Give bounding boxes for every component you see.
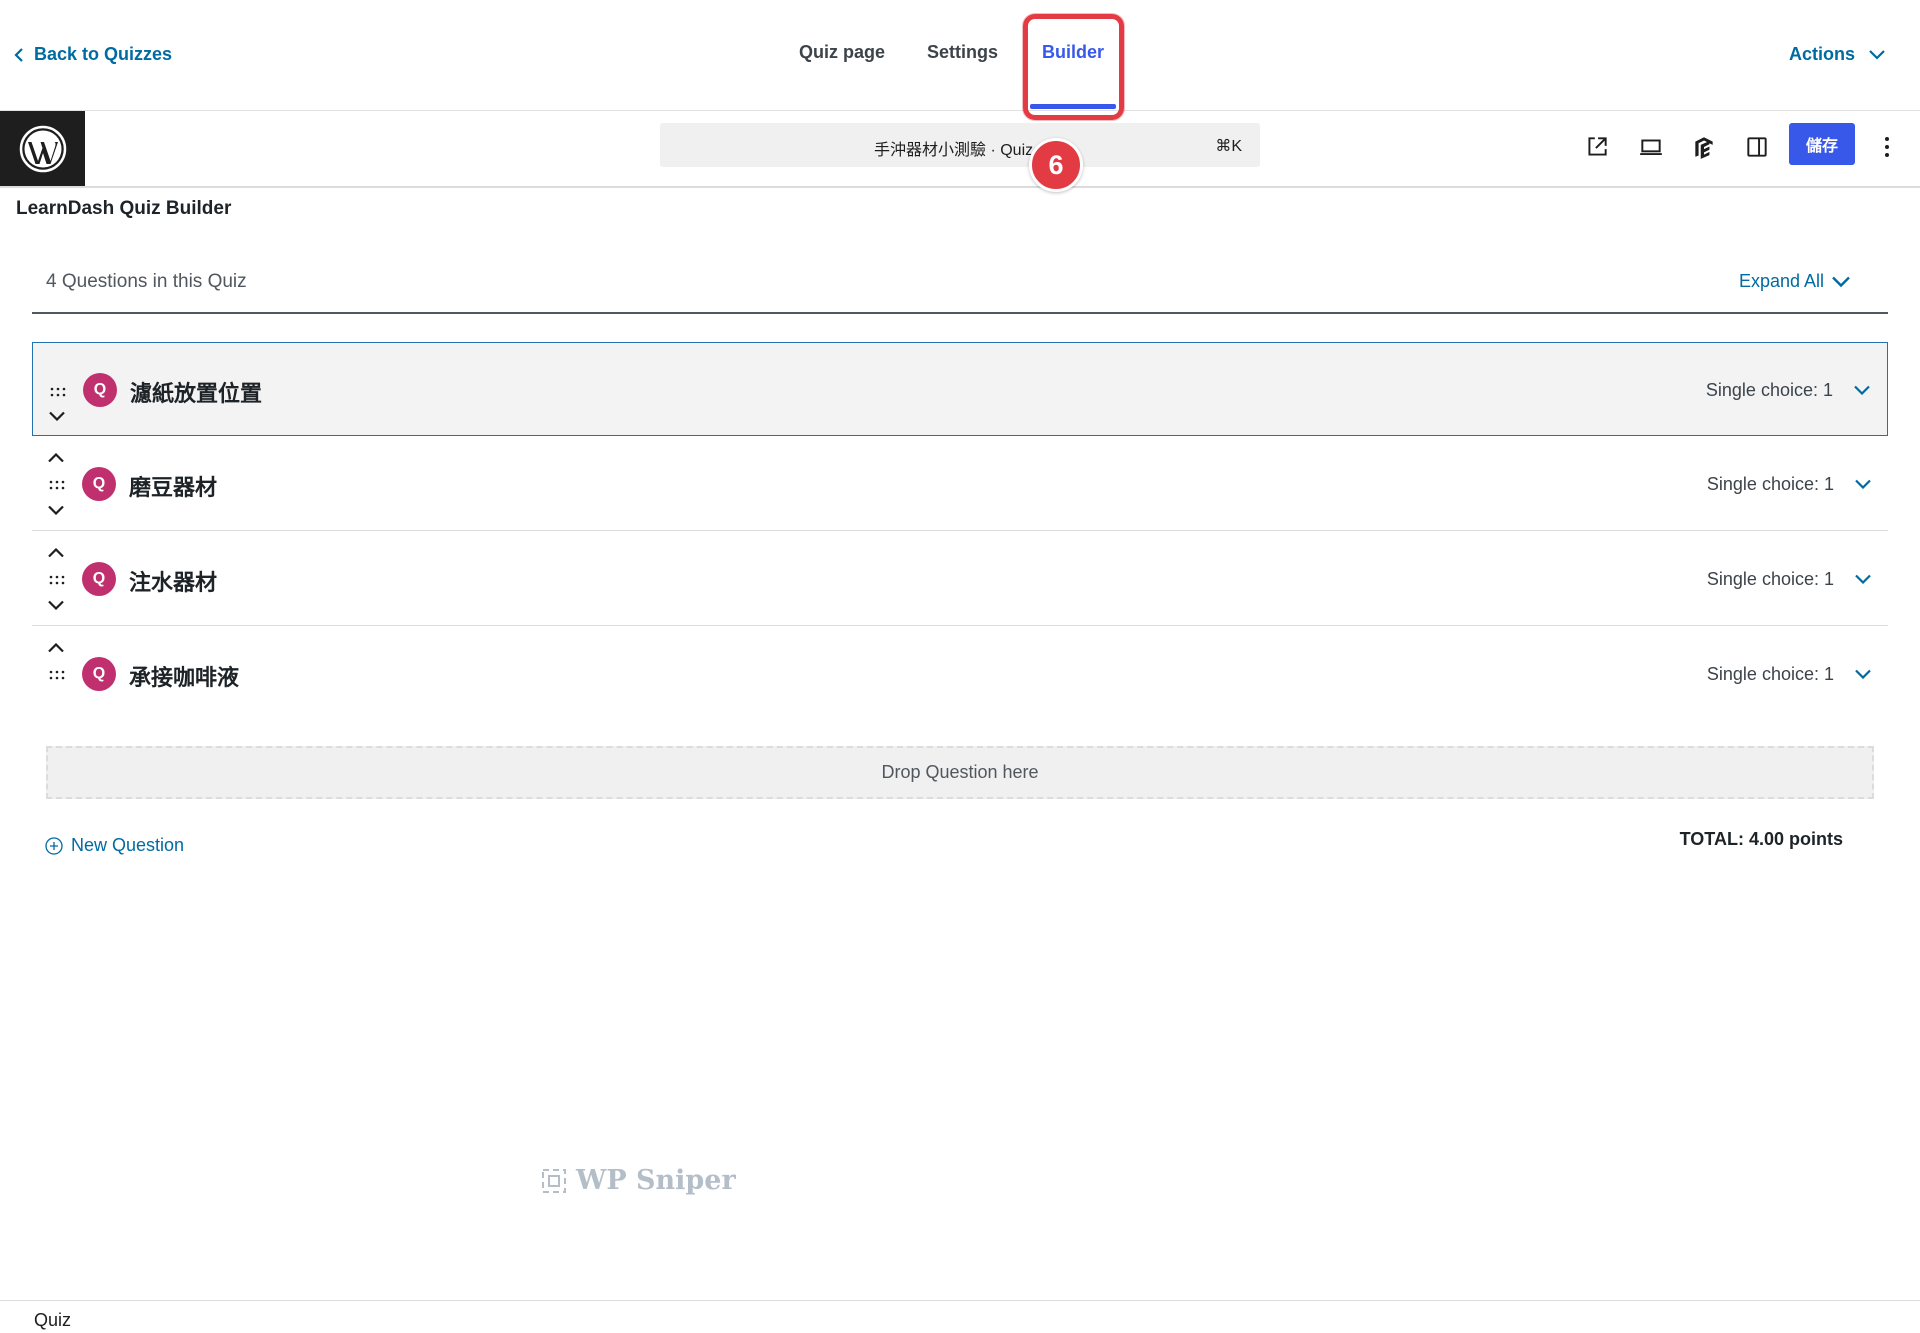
chevron-down-icon[interactable] [1852,568,1874,590]
question-title[interactable]: 磨豆器材 [129,470,217,502]
move-down-icon[interactable] [47,503,65,517]
question-row[interactable]: Q 濾紙放置位置 Single choice: 1 [32,342,1888,436]
tab-settings[interactable]: Settings [927,42,998,63]
expand-all-button[interactable]: Expand All [1739,271,1850,292]
document-title: 手沖器材小測驗 · Quiz [874,142,1034,159]
new-question-label: New Question [71,835,185,855]
tutorial-highlight-box [1023,14,1124,120]
sniper-scope-icon [542,1168,566,1193]
learndash-header: Back to Quizzes Quiz page Settings Build… [0,0,1920,111]
quiz-summary-row: 4 Questions in this Quiz Expand All [32,256,1888,314]
plus-circle-icon [45,836,63,855]
question-badge: Q [82,657,116,691]
document-title-bar[interactable]: 手沖器材小測驗 · Quiz ⌘K [660,123,1260,167]
external-link-icon[interactable] [1581,131,1613,163]
editor-toolbar: 手沖器材小測驗 · Quiz ⌘K 儲存 [0,111,1920,188]
question-badge: Q [82,562,116,596]
expand-all-label: Expand All [1738,271,1824,291]
command-shortcut: ⌘K [1215,138,1242,155]
builder-title: LearnDash Quiz Builder [16,198,232,219]
question-row[interactable]: Q 承接咖啡液 Single choice: 1 [32,627,1888,721]
more-options-icon[interactable] [1877,131,1897,163]
question-type: Single choice: 1 [1706,474,1834,494]
actions-dropdown[interactable]: Actions [1789,44,1885,65]
save-button[interactable]: 儲存 [1789,123,1855,165]
step-number-badge: 6 [1029,138,1083,192]
breadcrumb[interactable]: Quiz [34,1310,71,1331]
question-badge: Q [83,373,117,407]
total-points: TOTAL: 4.00 points [1679,829,1843,849]
question-row[interactable]: Q 磨豆器材 Single choice: 1 [32,437,1888,531]
move-up-icon[interactable] [47,641,65,655]
chevron-down-icon[interactable] [1851,379,1873,401]
chevron-down-icon [1869,49,1885,60]
question-type: Single choice: 1 [1705,380,1833,400]
move-down-icon[interactable] [48,409,66,423]
device-preview-icon[interactable] [1635,131,1667,163]
chevron-down-icon[interactable] [1852,663,1874,685]
drag-handle-icon[interactable] [49,670,65,680]
move-down-icon[interactable] [47,598,65,612]
question-badge: Q [82,467,116,501]
new-question-button[interactable]: New Question [45,835,184,856]
drop-question-zone[interactable]: Drop Question here [46,746,1874,799]
move-up-icon[interactable] [47,546,65,560]
question-title[interactable]: 承接咖啡液 [129,660,239,692]
chevron-down-icon [1832,276,1850,287]
editor-footer: Quiz [0,1300,1920,1333]
move-up-icon[interactable] [47,451,65,465]
chevron-down-icon[interactable] [1852,473,1874,495]
question-type: Single choice: 1 [1706,664,1834,684]
question-title[interactable]: 濾紙放置位置 [130,376,262,408]
drag-handle-icon[interactable] [49,575,65,585]
question-count: 4 Questions in this Quiz [46,271,247,292]
header-tabs: Quiz page Settings Builder [0,0,1920,111]
actions-label: Actions [1789,44,1856,64]
question-title[interactable]: 注水器材 [129,565,217,597]
learndash-icon[interactable] [1688,131,1720,163]
question-row[interactable]: Q 注水器材 Single choice: 1 [32,532,1888,626]
drag-handle-icon[interactable] [49,480,65,490]
drag-handle-icon[interactable] [50,387,66,397]
question-type: Single choice: 1 [1706,569,1834,589]
tab-quiz-page[interactable]: Quiz page [799,42,885,63]
watermark-text: WP Sniper [576,1165,736,1196]
watermark: WP Sniper [540,1165,736,1196]
wordpress-logo-icon[interactable] [0,111,85,186]
sidebar-toggle-icon[interactable] [1741,131,1773,163]
